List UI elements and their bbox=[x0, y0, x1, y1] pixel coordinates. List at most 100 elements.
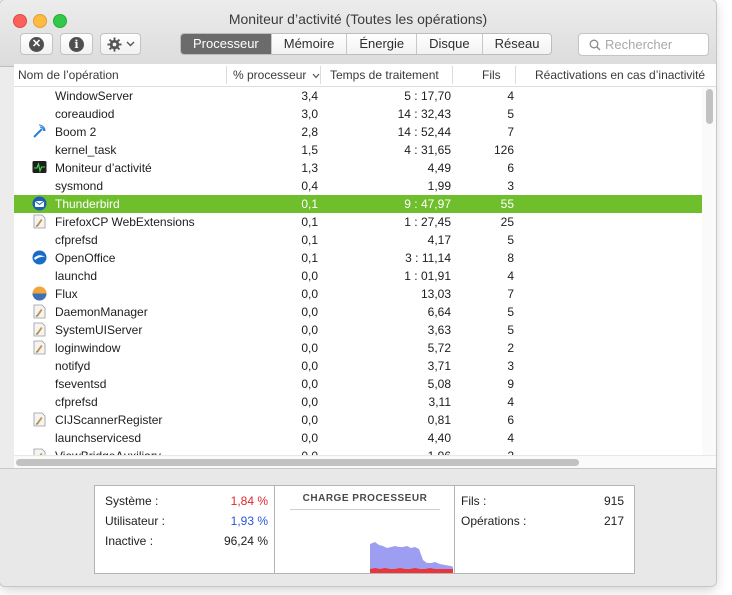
cpu-percent: 0,1 bbox=[301, 215, 318, 229]
cpu-load-graph bbox=[370, 542, 453, 573]
table-row[interactable]: SystemUIServer 0,0 3,63 5 bbox=[14, 321, 704, 339]
table-row[interactable]: coreaudiod3,014 : 32,4351 bbox=[14, 105, 712, 123]
table-row[interactable]: Thunderbird 0,1 9 : 47,97 55 bbox=[14, 195, 704, 213]
cpu-percent: 0,0 bbox=[301, 395, 318, 409]
cpu-time: 4,17 bbox=[427, 233, 451, 247]
user-label: Utilisateur : bbox=[105, 514, 166, 528]
cpu-time: 13,03 bbox=[420, 287, 451, 301]
column-header-time[interactable]: Temps de traitement bbox=[330, 68, 439, 82]
cpu-load-title: CHARGE PROCESSEUR bbox=[302, 493, 428, 504]
thread-count: 2 bbox=[507, 341, 514, 355]
table-row[interactable]: WindowServer 3,4 5 : 17,70 4 bbox=[14, 87, 704, 105]
table-body: WindowServer 3,4 5 : 17,70 4 coreaudiod 3,0 14… bbox=[14, 87, 716, 455]
table-row[interactable]: Flux 0,0 13,03 7 bbox=[14, 285, 704, 303]
tab-memoire[interactable]: Mémoire bbox=[270, 34, 347, 54]
table-row[interactable]: sysmond 0,4 1,99 3 bbox=[14, 177, 704, 195]
table-row[interactable]: cfprefsd 0,1 4,17 5 bbox=[14, 231, 704, 249]
search-field[interactable] bbox=[578, 33, 709, 56]
column-header-wakeups[interactable]: Réactivations en cas d’inactivité bbox=[535, 68, 705, 82]
cpu-time: 3,11 bbox=[428, 395, 451, 409]
tab-reseau[interactable]: Réseau bbox=[481, 34, 552, 54]
horizontal-scroll-thumb[interactable] bbox=[16, 459, 579, 466]
inspect-process-button[interactable]: i bbox=[60, 33, 93, 55]
table-row[interactable]: DaemonManager 0,0 6,64 5 bbox=[14, 303, 704, 321]
process-name: OpenOffice bbox=[55, 251, 116, 265]
generic-app-icon-graphic bbox=[33, 304, 46, 319]
thread-count: 6 bbox=[507, 161, 514, 175]
cpu-percent: 0,0 bbox=[301, 431, 318, 445]
cpu-load-rule bbox=[290, 509, 440, 510]
action-menu-button[interactable] bbox=[100, 33, 141, 55]
table-row[interactable]: Boom 2 2,8 14 : 52,44 7 bbox=[14, 123, 704, 141]
vertical-scrollbar[interactable] bbox=[702, 87, 716, 455]
table-row[interactable]: ViewBridgeAuxiliary0,01,962 bbox=[14, 447, 704, 455]
column-header-cpu[interactable]: % processeur bbox=[233, 68, 320, 82]
table-row[interactable]: OpenOffice 0,1 3 : 11,14 8 bbox=[14, 249, 704, 267]
cpu-percent: 3,0 bbox=[301, 107, 318, 121]
panel-divider bbox=[454, 486, 455, 573]
table-row[interactable]: CIJScannerRegister 0,0 0,81 6 bbox=[14, 411, 704, 429]
user-value: 1,93 % bbox=[230, 514, 268, 528]
horizontal-scrollbar[interactable] bbox=[14, 455, 716, 468]
table-row[interactable]: launchd 0,0 1 : 01,91 4 bbox=[14, 267, 704, 285]
table-row[interactable]: loginwindow 0,0 5,72 2 bbox=[14, 339, 704, 357]
thread-count: 4 bbox=[507, 395, 514, 409]
generic-app-icon bbox=[32, 304, 47, 319]
thread-count: 7 bbox=[507, 287, 514, 301]
column-divider[interactable] bbox=[226, 66, 227, 84]
table-row[interactable]: kernel_task1,54 : 31,651262 bbox=[14, 141, 712, 159]
tab-disque[interactable]: Disque bbox=[416, 34, 481, 54]
activity-monitor-icon-graphic bbox=[32, 161, 47, 173]
boom-app-icon-graphic bbox=[33, 124, 46, 138]
cpu-time: 6,64 bbox=[427, 305, 451, 319]
cpu-percent: 0,1 bbox=[301, 197, 318, 211]
column-divider[interactable] bbox=[515, 66, 516, 84]
chevron-down-icon bbox=[126, 41, 134, 47]
thread-count: 3 bbox=[507, 179, 514, 193]
cpu-time: 14 : 52,44 bbox=[397, 125, 451, 139]
cpu-time: 1,99 bbox=[427, 179, 451, 193]
cpu-percent: 0,1 bbox=[301, 233, 318, 247]
table-row[interactable]: notifyd 0,0 3,71 3 bbox=[14, 357, 704, 375]
summary-area: Système : 1,84 % Utilisateur : 1,93 % In… bbox=[0, 468, 716, 586]
tab-energie[interactable]: Énergie bbox=[346, 34, 416, 54]
cpu-percent: 0,0 bbox=[301, 287, 318, 301]
process-name: coreaudiod bbox=[55, 107, 115, 121]
thread-count: 7 bbox=[507, 125, 514, 139]
vertical-scroll-thumb[interactable] bbox=[706, 89, 713, 124]
thread-count: 55 bbox=[500, 197, 514, 211]
cpu-load-user-area bbox=[370, 542, 453, 573]
cpu-time: 1 : 01,91 bbox=[404, 269, 451, 283]
thread-count: 126 bbox=[493, 143, 514, 157]
process-name: fseventsd bbox=[55, 377, 107, 391]
search-input[interactable] bbox=[605, 37, 700, 52]
thread-count: 5 bbox=[507, 305, 514, 319]
table-row[interactable]: fseventsd 0,0 5,08 9 bbox=[14, 375, 704, 393]
column-divider[interactable] bbox=[320, 66, 321, 84]
info-icon: i bbox=[69, 36, 84, 52]
tab-processeur[interactable]: Processeur bbox=[181, 34, 271, 54]
thread-count: 4 bbox=[507, 269, 514, 283]
threads-label: Fils : bbox=[461, 494, 487, 508]
table-row[interactable]: launchservicesd 0,0 4,40 4 bbox=[14, 429, 704, 447]
table-row[interactable]: cfprefsd 0,0 3,11 4 bbox=[14, 393, 704, 411]
process-name: Thunderbird bbox=[55, 197, 120, 211]
column-divider[interactable] bbox=[452, 66, 453, 84]
stop-process-button[interactable]: ✕ bbox=[20, 33, 53, 55]
cpu-percent: 0,4 bbox=[301, 179, 318, 193]
generic-app-icon-graphic bbox=[33, 340, 46, 355]
process-name: cfprefsd bbox=[55, 233, 98, 247]
column-header-threads[interactable]: Fils bbox=[482, 68, 501, 82]
process-name: launchservicesd bbox=[55, 431, 142, 445]
thread-count: 6 bbox=[507, 413, 514, 427]
process-name: WindowServer bbox=[55, 89, 134, 103]
column-header-name[interactable]: Nom de l’opération bbox=[18, 68, 119, 82]
activity-monitor-icon bbox=[32, 160, 47, 175]
thread-count: 3 bbox=[507, 359, 514, 373]
generic-app-icon-graphic bbox=[33, 412, 46, 427]
table-row[interactable]: Moniteur d’activité 1,3 4,49 6 bbox=[14, 159, 704, 177]
threads-value: 915 bbox=[603, 494, 624, 508]
cpu-time: 1 : 27,45 bbox=[404, 215, 451, 229]
table-row[interactable]: FirefoxCP WebExtensions 0,1 1 : 27,45 25 bbox=[14, 213, 704, 231]
cpu-time: 14 : 32,43 bbox=[397, 107, 451, 121]
